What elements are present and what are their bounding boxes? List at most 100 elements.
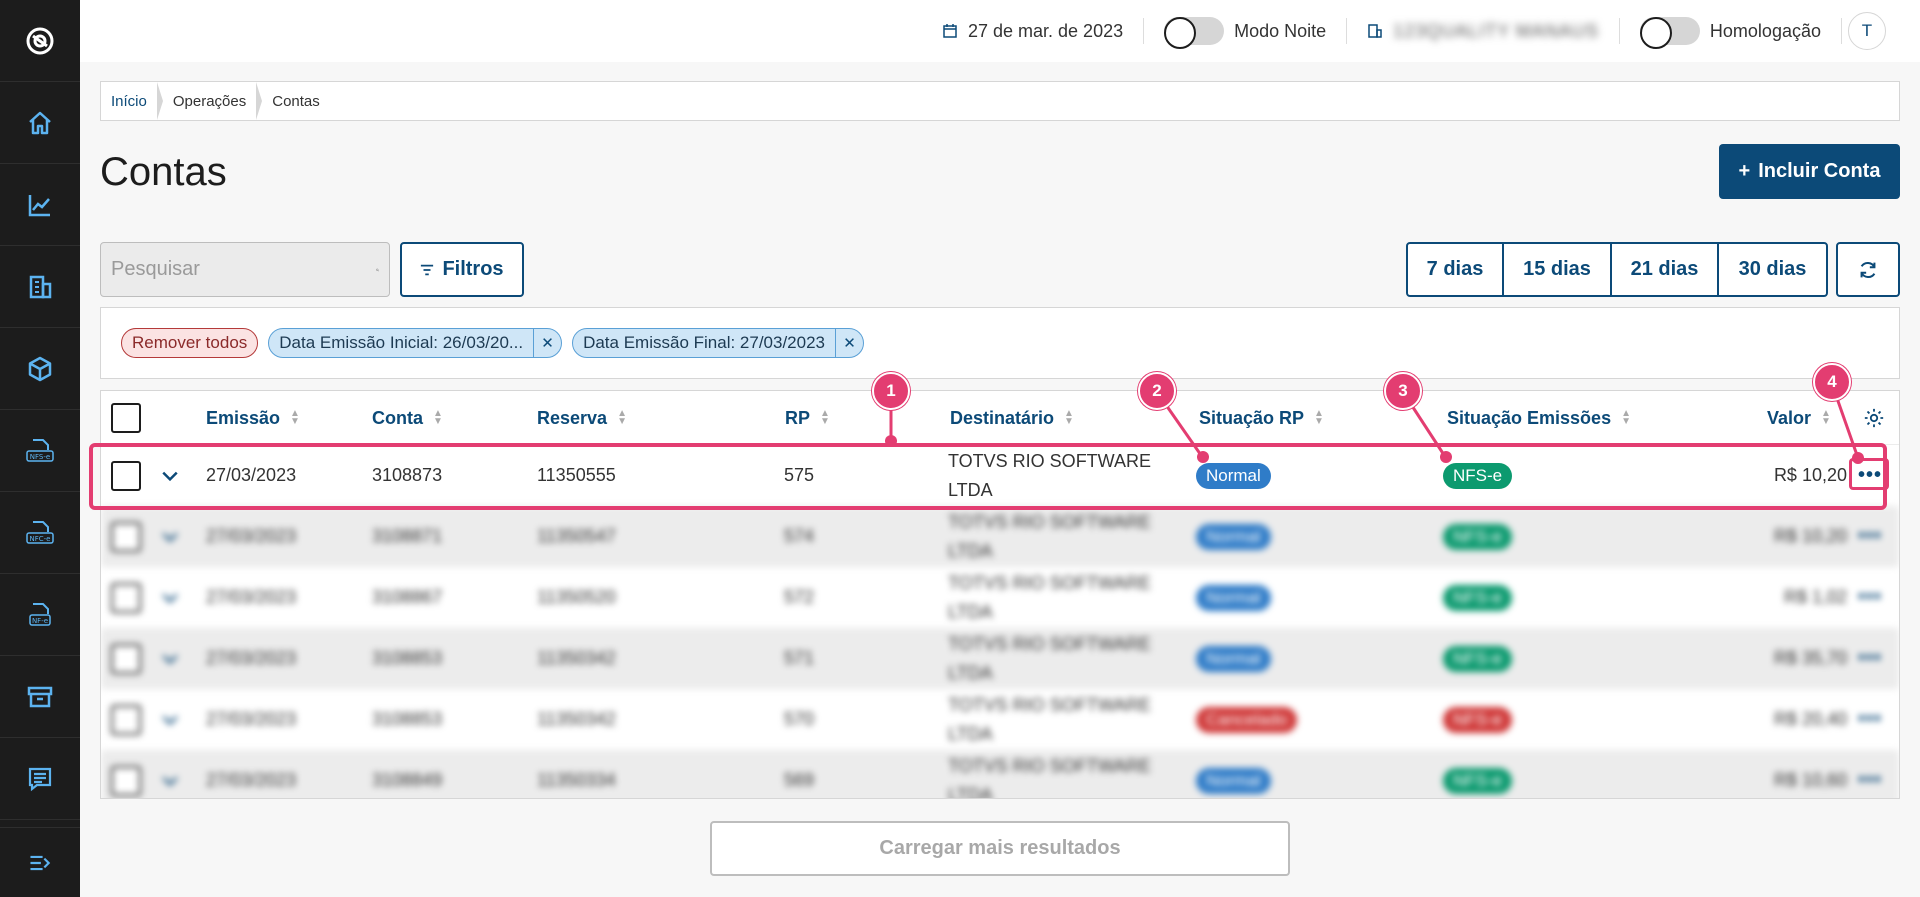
remove-all-chip[interactable]: Remover todos	[121, 328, 259, 358]
night-mode[interactable]: Modo Noite	[1144, 16, 1346, 49]
search-icon[interactable]	[376, 257, 379, 283]
night-mode-label: Modo Noite	[1234, 20, 1327, 41]
avatar[interactable]: T	[1848, 12, 1886, 50]
more-actions-button[interactable]: •••	[1853, 584, 1887, 612]
filters-button[interactable]: Filtros	[400, 242, 524, 297]
destinatario-line: TOTVS RIO SOFTWARE	[948, 572, 1152, 593]
sidebar-item-nfce[interactable]: NFC-e	[0, 492, 80, 574]
row-checkbox[interactable]	[111, 460, 141, 491]
topbar: 27 de mar. de 2023 Modo Noite 123QUALITY…	[80, 0, 1920, 62]
annotation-marker-1: 1	[872, 372, 910, 410]
table-row[interactable]: 27/03/2023 3108867 11350520 572 TOTVS RIO SO…	[101, 567, 1899, 628]
breadcrumb-operations[interactable]: Operações	[163, 82, 263, 120]
column-header-situacao-emissoes[interactable]: Situação Emissões ▲ ▼	[1447, 391, 1631, 445]
filter-chip-start-date: Data Emissão Inicial: 26/03/20... ✕	[268, 328, 563, 358]
cell-rp: 575	[784, 465, 815, 485]
expand-row-button[interactable]	[161, 567, 179, 628]
row-checkbox[interactable]	[111, 765, 141, 796]
refresh-button[interactable]	[1836, 242, 1900, 297]
close-icon[interactable]: ✕	[533, 329, 561, 357]
cell-emissao: 27/03/2023	[206, 709, 297, 729]
sidebar-item-nfe[interactable]: NF-e	[0, 574, 80, 656]
more-actions-button[interactable]: •••	[1853, 767, 1887, 795]
row-checkbox[interactable]	[111, 704, 141, 735]
sidebar-collapse[interactable]	[0, 827, 80, 897]
close-icon[interactable]: ✕	[835, 329, 863, 357]
company-selector[interactable]: 123QUALITY MANAUS	[1347, 16, 1619, 46]
cell-rp: 570	[784, 709, 815, 729]
sidebar-item-archive[interactable]	[0, 656, 80, 738]
cube-icon	[28, 356, 52, 381]
table-settings-button[interactable]	[1863, 391, 1885, 445]
homolog-toggle[interactable]	[1639, 17, 1700, 49]
sidebar-item-reports[interactable]	[0, 738, 80, 820]
page-title: Contas	[100, 150, 227, 194]
cell-reserva: 11350555	[537, 465, 616, 485]
destinatario-line: LTDA	[948, 540, 993, 561]
column-header-rp[interactable]: RP ▲ ▼	[785, 391, 830, 445]
days-21-button[interactable]: 21 dias	[1612, 244, 1719, 295]
night-mode-toggle[interactable]	[1164, 17, 1225, 49]
expand-row-button[interactable]	[161, 750, 179, 798]
status-badge-emissoes: NFS-e	[1443, 706, 1513, 733]
current-date: 27 de mar. de 2023	[967, 20, 1124, 41]
column-header-conta[interactable]: Conta ▲ ▼	[372, 391, 443, 445]
column-header-emissao[interactable]: Emissão ▲ ▼	[206, 391, 300, 445]
status-badge-emissoes: NFS-e	[1443, 645, 1513, 672]
expand-row-button[interactable]	[161, 506, 179, 567]
days-15-button[interactable]: 15 dias	[1504, 244, 1612, 295]
sidebar-item-products[interactable]	[0, 328, 80, 410]
select-all-checkbox[interactable]	[111, 403, 141, 433]
cell-valor: R$ 20,40	[1773, 709, 1847, 729]
table-body: 27/03/2023 3108873 11350555 575 TOTVS RIO SO…	[101, 445, 1899, 798]
annotation-marker-2: 2	[1138, 372, 1176, 410]
expand-row-button[interactable]	[161, 628, 179, 689]
row-checkbox[interactable]	[111, 521, 141, 552]
more-actions-button[interactable]: •••	[1853, 645, 1887, 673]
table-row[interactable]: 27/03/2023 3108849 11350334 569 TOTVS RIO SO…	[101, 750, 1899, 798]
cell-rp: 569	[784, 770, 815, 790]
table-header: Emissão ▲ ▼ Conta ▲ ▼ Reserva ▲ ▼ RP ▲ ▼ Destina…	[101, 391, 1899, 445]
expand-row-button[interactable]	[161, 445, 179, 506]
sort-icon: ▲ ▼	[1314, 408, 1324, 427]
table-row[interactable]: 27/03/2023 3108853 11350342 570 TOTVS RIO SO…	[101, 689, 1899, 750]
sidebar-item-companies[interactable]	[0, 246, 80, 328]
column-header-valor[interactable]: Valor ▲ ▼	[1767, 391, 1831, 445]
table-row[interactable]: 27/03/2023 3108853 11350342 571 TOTVS RIO SO…	[101, 628, 1899, 689]
cell-valor: R$ 1,02	[1783, 587, 1847, 607]
sidebar-item-dashboard[interactable]	[0, 164, 80, 246]
expand-row-button[interactable]	[161, 689, 179, 750]
refresh-icon	[1860, 261, 1876, 278]
building-icon	[29, 275, 52, 298]
row-checkbox[interactable]	[111, 582, 141, 613]
row-checkbox[interactable]	[111, 643, 141, 674]
sidebar-item-nfse[interactable]: NFS-e	[0, 410, 80, 492]
cell-destinatario: TOTVS RIO SOFTWARE LTDA	[948, 445, 1151, 506]
breadcrumb-home[interactable]: Início	[101, 82, 163, 120]
load-more-button[interactable]: Carregar mais resultados	[710, 821, 1290, 876]
chart-icon	[28, 194, 50, 216]
cell-emissao: 27/03/2023	[206, 465, 297, 485]
sidebar-item-home[interactable]	[0, 82, 80, 164]
column-header-destinatario[interactable]: Destinatário ▲ ▼	[950, 391, 1074, 445]
chevron-down-icon	[162, 471, 178, 481]
homolog-mode[interactable]: Homologação	[1620, 16, 1841, 49]
column-header-situacao-rp[interactable]: Situação RP ▲ ▼	[1199, 391, 1324, 445]
table-row[interactable]: 27/03/2023 3108873 11350555 575 TOTVS RIO SO…	[101, 445, 1899, 506]
column-header-reserva[interactable]: Reserva ▲ ▼	[537, 391, 627, 445]
calendar-icon	[943, 24, 957, 38]
days-30-button[interactable]: 30 dias	[1719, 244, 1826, 295]
table-row[interactable]: 27/03/2023 3108871 11350547 574 TOTVS RIO SO…	[101, 506, 1899, 567]
more-actions-button[interactable]: •••	[1853, 706, 1887, 734]
chevron-down-icon	[162, 593, 178, 603]
destinatario-line: LTDA	[948, 601, 993, 622]
days-7-button[interactable]: 7 dias	[1408, 244, 1504, 295]
cell-reserva: 11350334	[537, 770, 616, 790]
search-input[interactable]	[111, 258, 376, 281]
chevron-down-icon	[162, 776, 178, 786]
logo[interactable]	[0, 0, 80, 82]
add-account-button[interactable]: + Incluir Conta	[1719, 144, 1900, 199]
cell-reserva: 11350342	[537, 709, 616, 729]
sort-icon: ▲ ▼	[1621, 408, 1631, 427]
more-actions-button[interactable]: •••	[1853, 523, 1887, 551]
